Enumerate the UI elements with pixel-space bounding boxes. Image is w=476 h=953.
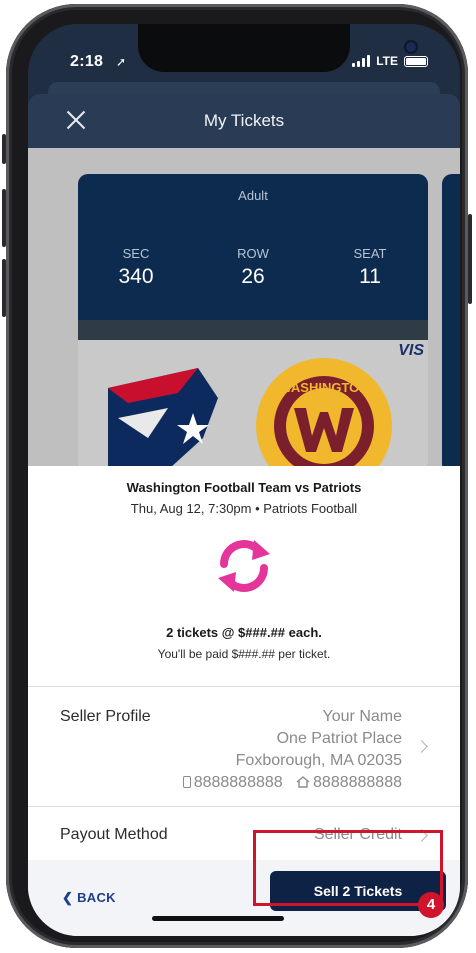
ticket-artwork: VIS WASHINGTON [78, 320, 428, 474]
step-number-badge: 4 [418, 892, 444, 918]
patriots-logo [108, 368, 218, 474]
payout-method-label: Payout Method [60, 826, 168, 843]
payout-per-ticket-line: You'll be paid $###.## per ticket. [157, 647, 331, 661]
status-time: 2:18 [70, 53, 104, 70]
mobile-phone-icon [182, 776, 191, 788]
sponsor-logo: VIS [398, 342, 424, 359]
event-title: Washington Football Team vs Patriots [126, 480, 362, 495]
phone-frame: 2:18 ➚ LTE My Tickets Adult SEC 340 ROW … [2, 4, 472, 948]
ticket-type: Adult [238, 188, 268, 203]
signal-icon [352, 55, 371, 67]
seller-mobile: 8888888888 [193, 774, 283, 791]
row-block: ROW 26 [203, 246, 303, 289]
status-indicators: LTE [352, 54, 428, 68]
screen: 2:18 ➚ LTE My Tickets Adult SEC 340 ROW … [28, 24, 460, 936]
swap-arrows-icon [218, 540, 270, 592]
washington-logo-text: WASHINGTON [279, 380, 368, 395]
back-label: BACK [77, 890, 116, 905]
ticket-card[interactable]: Adult SEC 340 ROW 26 SEAT 11 VIS WASHING… [78, 174, 428, 474]
home-icon [296, 776, 310, 788]
notch [138, 24, 416, 72]
back-button[interactable]: ❮ BACK [62, 890, 116, 906]
seat-label: SEAT [353, 246, 387, 261]
power-button [468, 214, 472, 304]
seller-profile-label: Seller Profile [60, 708, 151, 725]
chevron-left-icon: ❮ [62, 890, 78, 905]
camera [406, 42, 416, 52]
seller-address-line2: Foxborough, MA 02035 [235, 752, 402, 769]
row-label: ROW [237, 246, 269, 261]
divider [28, 806, 460, 807]
section-value: 340 [118, 265, 154, 288]
stage: 2:18 ➚ LTE My Tickets Adult SEC 340 ROW … [0, 0, 476, 953]
mute-switch [2, 134, 6, 164]
volume-down-button [2, 259, 6, 317]
ticket-carousel[interactable]: Adult SEC 340 ROW 26 SEAT 11 VIS WASHING… [28, 148, 460, 474]
tickets-price-line: 2 tickets @ $###.## each. [166, 625, 322, 640]
row-value: 26 [241, 265, 265, 288]
network-label: LTE [376, 54, 398, 68]
seller-address-line1: One Patriot Place [276, 730, 402, 747]
next-ticket-card[interactable] [442, 174, 460, 474]
crowd-strip [78, 320, 428, 340]
seller-name: Your Name [322, 708, 402, 725]
home-indicator [152, 916, 284, 921]
volume-up-button [2, 189, 6, 247]
chevron-right-icon [415, 740, 428, 753]
washington-logo: WASHINGTON [256, 358, 392, 474]
divider [28, 686, 460, 687]
seat-block: SEAT 11 [320, 246, 420, 289]
section-block: SEC 340 [86, 246, 186, 289]
battery-icon [404, 55, 428, 67]
section-label: SEC [122, 246, 150, 261]
page-title: My Tickets [203, 111, 285, 130]
callout-highlight-box [253, 830, 443, 906]
modal-header: My Tickets [28, 94, 460, 148]
event-subtitle: Thu, Aug 12, 7:30pm • Patriots Football [130, 501, 358, 516]
seat-value: 11 [359, 265, 381, 288]
seller-phones: 8888888888 8888888888 [182, 774, 402, 792]
location-arrow-icon: ➚ [116, 55, 127, 69]
seller-home-phone: 8888888888 [313, 774, 402, 791]
